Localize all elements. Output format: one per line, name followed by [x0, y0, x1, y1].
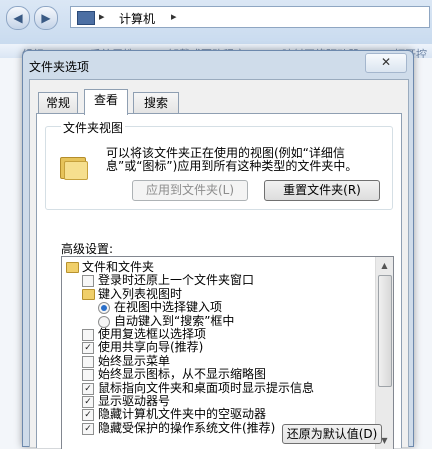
radio-icon[interactable]: [98, 315, 110, 328]
back-button[interactable]: ◀: [6, 6, 30, 30]
checkbox-checked-icon[interactable]: ✓: [82, 396, 94, 408]
close-button[interactable]: ✕: [365, 53, 407, 73]
view-tab-panel: 可以将该文件夹正在使用的视图(例如“详细信息”或“图标”)应用到所有这种类型的文…: [36, 113, 402, 449]
advanced-settings-tree[interactable]: 文件和文件夹 登录时还原上一个文件夹窗口 键入列表视图时 在视图中选择键入项 自动键入到…: [61, 256, 394, 449]
dialog-body: 常规 查看 搜索 可以将该文件夹正在使用的视图(例如“详细信息”或“图标”)应用…: [29, 79, 409, 449]
address-bar[interactable]: ▸ 计算机 ▸: [70, 6, 430, 28]
folder-views-group: 可以将该文件夹正在使用的视图(例如“详细信息”或“图标”)应用到所有这种类型的文…: [45, 126, 393, 210]
folder-views-heading: 文件夹视图: [61, 119, 126, 136]
scroll-up-icon[interactable]: ▲: [376, 257, 393, 274]
folder-icon: [66, 262, 79, 273]
dialog-title: 文件夹选项: [29, 60, 90, 74]
breadcrumb-computer[interactable]: 计算机: [119, 10, 155, 27]
explorer-title-bar: ◀ ▶ ▸ 计算机 ▸: [0, 0, 432, 45]
folder-icon: [82, 288, 95, 300]
close-icon: ✕: [380, 55, 392, 69]
tab-general[interactable]: 常规: [38, 92, 78, 114]
tree-item-label: 隐藏受保护的操作系统文件(推荐): [98, 420, 276, 435]
tab-search[interactable]: 搜索: [133, 92, 179, 114]
checkbox-checked-icon[interactable]: ✓: [82, 409, 94, 422]
radio-selected-icon[interactable]: [98, 302, 110, 315]
folder-views-description: 可以将该文件夹正在使用的视图(例如“详细信息”或“图标”)应用到所有这种类型的文…: [106, 146, 358, 173]
checkbox-icon[interactable]: [82, 369, 94, 382]
back-arrow-icon: ◀: [13, 11, 23, 25]
forward-button[interactable]: ▶: [34, 6, 58, 30]
folder-views-icon: [60, 155, 88, 180]
checkbox-icon[interactable]: [82, 355, 94, 368]
tree-scrollbar[interactable]: ▲ ▼: [375, 257, 393, 449]
chevron-right-icon: ▸: [99, 10, 105, 23]
chevron-right-icon: ▸: [171, 10, 177, 23]
apply-to-folders-button[interactable]: 应用到文件夹(L): [132, 180, 248, 201]
checkbox-checked-icon[interactable]: ✓: [82, 342, 94, 355]
checkbox-checked-icon[interactable]: ✓: [82, 382, 94, 395]
checkbox-checked-icon[interactable]: ✓: [82, 422, 94, 435]
checkbox-icon[interactable]: [82, 275, 94, 288]
checkbox-icon[interactable]: [82, 329, 94, 341]
tab-view[interactable]: 查看: [84, 89, 128, 115]
scrollbar-thumb[interactable]: [378, 275, 392, 387]
forward-arrow-icon: ▶: [41, 11, 51, 25]
advanced-settings-heading: 高级设置:: [61, 242, 114, 256]
computer-icon: [77, 11, 95, 25]
restore-defaults-button[interactable]: 还原为默认值(D): [282, 424, 382, 444]
reset-folders-button[interactable]: 重置文件夹(R): [264, 180, 380, 201]
folder-options-dialog: 文件夹选项 ✕ 常规 查看 搜索 可以将该文件夹正在使用的视图(例如“详细信息”…: [22, 50, 414, 449]
